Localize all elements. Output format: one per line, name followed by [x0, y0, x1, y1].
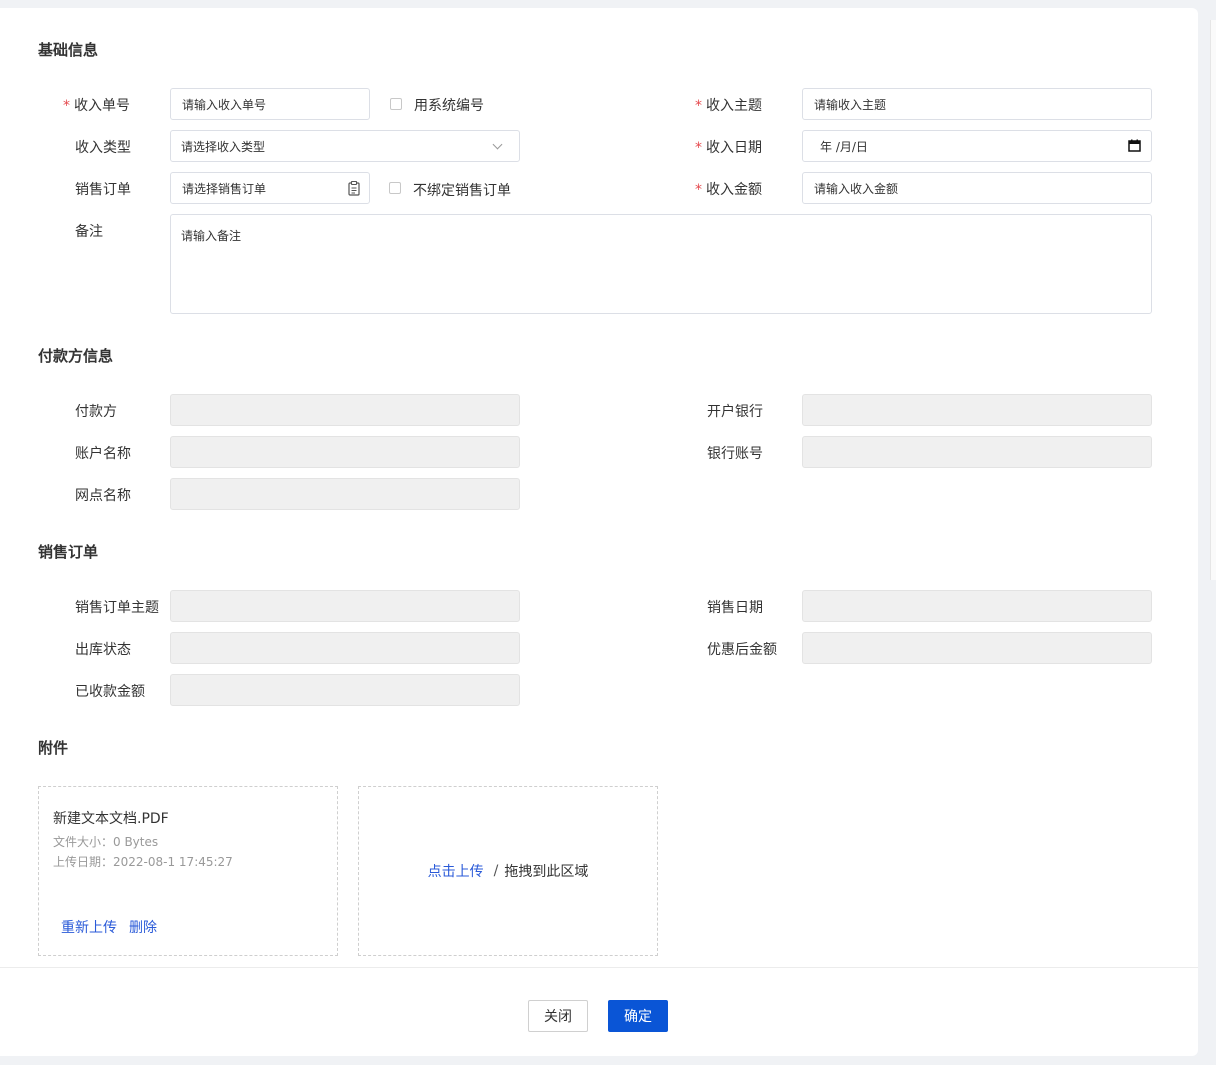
section-title-basic: 基础信息: [38, 41, 99, 59]
branch-label: 网点名称: [75, 488, 131, 504]
bank-field: [802, 394, 1152, 426]
stock-status-label: 出库状态: [75, 642, 131, 658]
upload-dropzone[interactable]: 点击上传 / 拖拽到此区域: [358, 786, 658, 956]
bank-label: 开户银行: [707, 404, 763, 420]
income-subject-input[interactable]: 请输收入主题: [802, 88, 1152, 120]
order-date-label: 销售日期: [707, 600, 763, 616]
section-title-payer: 付款方信息: [38, 347, 114, 365]
scrollbar[interactable]: [1210, 20, 1216, 580]
attachment-card: 新建文本文档.PDF 文件大小：0 Bytes 上传日期：2022-08-1 1…: [38, 786, 338, 956]
attachment-file-name: 新建文本文档.PDF: [53, 811, 169, 827]
delete-link[interactable]: 删除: [129, 917, 157, 937]
discounted-amount-label: 优惠后金额: [707, 642, 777, 658]
unbind-order-checkbox[interactable]: [389, 182, 401, 194]
section-title-sales-order: 销售订单: [38, 543, 99, 561]
received-amount-field: [170, 674, 520, 706]
required-mark: *: [695, 98, 702, 114]
income-no-label: * 收入单号: [63, 98, 130, 114]
required-mark: *: [695, 140, 702, 156]
required-mark: *: [695, 182, 702, 198]
upload-click-link[interactable]: 点击上传: [428, 861, 484, 881]
income-date-label: * 收入日期: [695, 140, 762, 156]
remark-textarea[interactable]: 请输入备注: [170, 214, 1152, 314]
income-subject-label: * 收入主题: [695, 98, 762, 114]
close-button[interactable]: 关闭: [528, 1000, 588, 1032]
calendar-icon[interactable]: [1128, 139, 1141, 152]
remark-label: 备注: [75, 224, 103, 240]
use-system-no-checkbox[interactable]: [390, 98, 402, 110]
chevron-down-icon: [492, 139, 503, 150]
stock-status-field: [170, 632, 520, 664]
order-subject-field: [170, 590, 520, 622]
branch-field: [170, 478, 520, 510]
clipboard-icon[interactable]: [348, 181, 360, 196]
sales-order-input[interactable]: 请选择销售订单: [170, 172, 370, 204]
unbind-order-label: 不绑定销售订单: [413, 183, 511, 199]
footer-divider: [0, 967, 1198, 968]
account-name-field: [170, 436, 520, 468]
use-system-no-label: 用系统编号: [414, 98, 484, 114]
attachment-upload-date: 上传日期：2022-08-1 17:45:27: [53, 855, 233, 869]
account-no-label: 银行账号: [707, 446, 763, 462]
income-date-input[interactable]: 年 /月/日: [802, 130, 1152, 162]
attachment-file-size: 文件大小：0 Bytes: [53, 835, 159, 849]
income-amount-input[interactable]: 请输入收入金额: [802, 172, 1152, 204]
discounted-amount-field: [802, 632, 1152, 664]
received-amount-label: 已收款金额: [75, 684, 145, 700]
section-title-attachments: 附件: [38, 739, 69, 757]
account-name-label: 账户名称: [75, 446, 131, 462]
income-type-select[interactable]: 请选择收入类型: [170, 130, 520, 162]
upload-separator: /: [493, 863, 499, 879]
order-subject-label: 销售订单主题: [75, 600, 159, 616]
income-amount-label: * 收入金额: [695, 182, 762, 198]
sales-order-label: 销售订单: [75, 182, 131, 198]
reupload-link[interactable]: 重新上传: [61, 917, 117, 937]
income-no-input[interactable]: 请输入收入单号: [170, 88, 370, 120]
payer-label: 付款方: [75, 404, 117, 420]
payer-field: [170, 394, 520, 426]
order-date-field: [802, 590, 1152, 622]
required-mark: *: [63, 98, 70, 114]
upload-drag-text: 拖拽到此区域: [504, 864, 589, 880]
income-type-label: 收入类型: [75, 140, 131, 156]
account-no-field: [802, 436, 1152, 468]
confirm-button[interactable]: 确定: [608, 1000, 668, 1032]
